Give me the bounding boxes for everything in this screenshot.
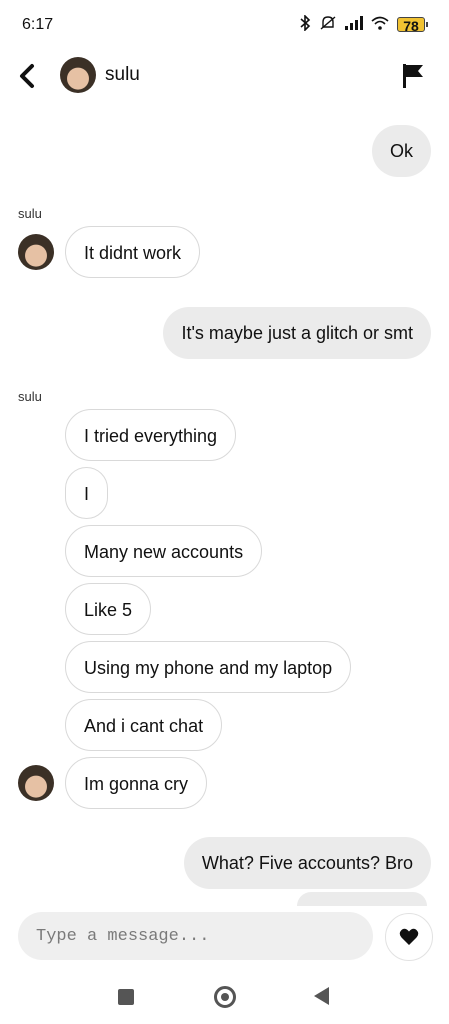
message-input[interactable]	[18, 912, 373, 960]
mute-icon	[319, 15, 337, 34]
message-outgoing[interactable]: Ok	[371, 125, 431, 177]
heart-icon	[399, 928, 419, 945]
message-incoming[interactable]: I	[65, 467, 109, 519]
system-nav-bar	[0, 966, 449, 1024]
sender-label: sulu	[18, 206, 42, 221]
chevron-left-icon	[20, 64, 34, 88]
contact-name[interactable]: sulu	[105, 64, 140, 86]
message-incoming[interactable]: Many new accounts	[65, 525, 263, 577]
message-incoming[interactable]: Like 5	[65, 583, 152, 635]
message-incoming[interactable]: I tried everything	[65, 409, 237, 461]
chat-header: sulu	[0, 50, 449, 106]
status-time: 6:17	[22, 16, 54, 33]
flag-icon	[403, 64, 423, 88]
like-button[interactable]	[385, 913, 433, 961]
message-outgoing[interactable]: It's maybe just a glitch or smt	[163, 307, 431, 359]
battery-icon: 78	[397, 17, 428, 34]
system-back-button[interactable]	[314, 987, 329, 1005]
bluetooth-icon	[299, 14, 311, 34]
sender-label: sulu	[18, 389, 42, 404]
report-button[interactable]	[401, 62, 425, 90]
status-bar: 6:17 78	[0, 0, 449, 50]
message-list[interactable]: Ok sulu It didnt work It's maybe just a …	[0, 106, 449, 906]
home-button[interactable]	[214, 986, 236, 1008]
message-incoming[interactable]: And i cant chat	[65, 699, 223, 751]
contact-avatar[interactable]	[18, 234, 54, 270]
contact-avatar[interactable]	[60, 57, 96, 93]
contact-avatar[interactable]	[18, 765, 54, 801]
wifi-icon	[371, 16, 389, 33]
composer	[0, 906, 449, 966]
message-incoming[interactable]: It didnt work	[65, 226, 201, 278]
message-incoming[interactable]: Im gonna cry	[65, 757, 208, 809]
message-incoming[interactable]: Using my phone and my laptop	[65, 641, 352, 693]
status-icons: 78	[299, 14, 428, 34]
message-outgoing-partial[interactable]	[297, 892, 427, 906]
back-button[interactable]	[16, 62, 46, 92]
message-outgoing[interactable]: What? Five accounts? Bro	[183, 837, 431, 889]
signal-icon	[345, 16, 363, 33]
recent-apps-button[interactable]	[118, 989, 134, 1005]
